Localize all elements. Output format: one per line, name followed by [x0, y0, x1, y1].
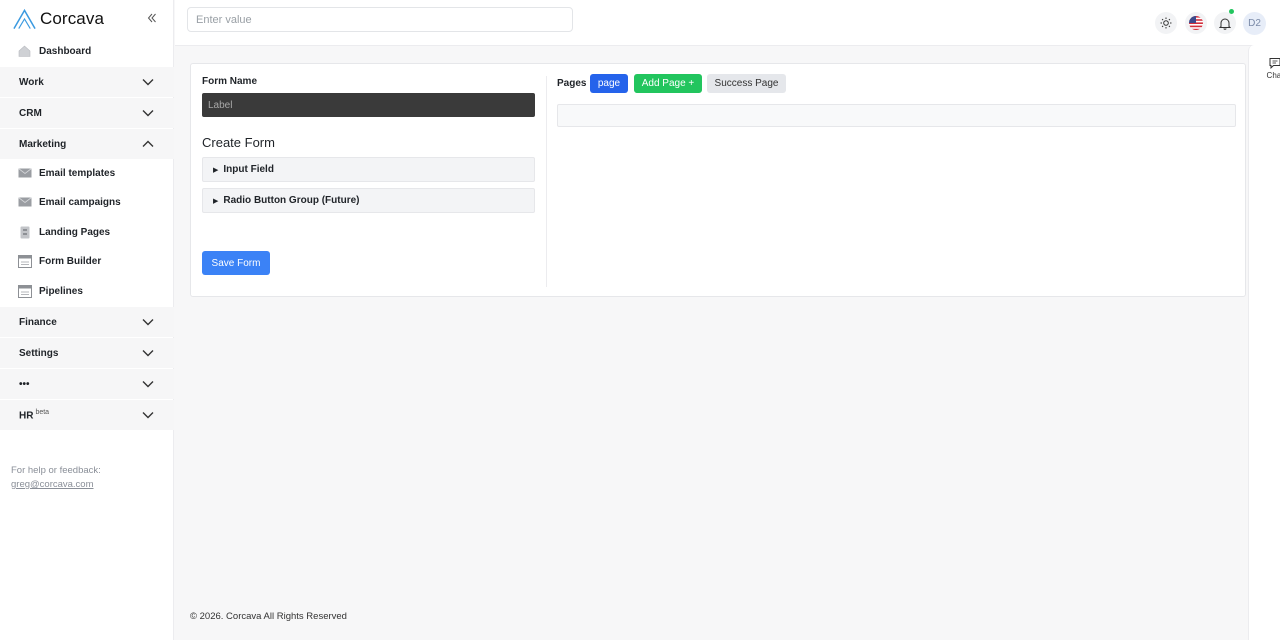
chevron-up-icon [142, 140, 154, 147]
collapse-sidebar-button[interactable] [144, 10, 160, 26]
sidebar-item-label: Dashboard [39, 45, 92, 57]
avatar[interactable]: D2 [1243, 12, 1266, 35]
section-label: Marketing [19, 138, 67, 150]
theme-toggle-button[interactable] [1155, 12, 1177, 34]
sidebar-section-crm[interactable]: CRM [0, 98, 174, 128]
footer-copyright: © 2026. Corcava All Rights Reserved [190, 611, 347, 622]
radio-group-accordion[interactable]: ▶ Radio Button Group (Future) [202, 188, 535, 213]
sidebar-item-email-templates[interactable]: Email templates [0, 165, 174, 181]
sidebar-item-form-builder[interactable]: Form Builder [0, 253, 174, 269]
chat-bubble-icon [1269, 58, 1280, 69]
section-label: HR beta [19, 409, 49, 421]
section-label: ••• [19, 378, 30, 390]
caret-right-icon: ▶ [213, 166, 219, 174]
chevron-down-icon [142, 381, 154, 388]
sidebar-item-label: Form Builder [39, 255, 102, 267]
chevron-down-icon [142, 79, 154, 86]
notification-dot [1229, 9, 1234, 14]
form-builder-card: Form Name Create Form ▶ Input Field ▶ Ra… [190, 63, 1246, 297]
section-label: Settings [19, 347, 59, 359]
sidebar-section-finance[interactable]: Finance [0, 307, 174, 337]
caret-right-icon: ▶ [213, 197, 219, 205]
hr-label: HR [19, 410, 34, 422]
brand[interactable]: Corcava [13, 7, 104, 31]
section-label: Work [19, 76, 44, 88]
brand-name: Corcava [40, 9, 105, 28]
chat-button[interactable]: Chat [1263, 57, 1280, 80]
chevron-down-icon [142, 110, 154, 117]
sidebar: Corcava Dashboard Work CRM Marketing Ema… [0, 0, 174, 640]
page-tab-button[interactable]: page [590, 74, 628, 93]
search-input[interactable] [187, 7, 573, 32]
section-label: Finance [19, 316, 57, 328]
mail-icon [17, 166, 32, 180]
beta-badge: beta [35, 408, 50, 416]
notifications-button[interactable] [1214, 12, 1236, 34]
bell-icon [1219, 18, 1231, 30]
form-canvas-dropzone[interactable] [557, 104, 1236, 127]
mail-icon [17, 195, 32, 209]
form-name-input[interactable] [202, 93, 535, 117]
chevrons-left-icon [147, 13, 156, 23]
accordion-label: Radio Button Group (Future) [223, 195, 360, 206]
accordion-label: Input Field [223, 164, 274, 175]
sidebar-section-settings[interactable]: Settings [0, 338, 174, 368]
chat-rail: Chat [1248, 45, 1280, 640]
chat-label: Chat [1266, 71, 1280, 80]
topbar: D2 [175, 0, 1280, 46]
sidebar-section-marketing[interactable]: Marketing [0, 129, 174, 159]
chevron-down-icon [142, 412, 154, 419]
form-icon [17, 254, 32, 268]
language-button[interactable] [1185, 12, 1207, 34]
column-divider [546, 76, 547, 287]
form-name-label: Form Name [202, 76, 258, 87]
home-icon [17, 44, 32, 58]
page-icon [17, 225, 32, 239]
help-block: For help or feedback: greg@corcava.com [11, 464, 101, 492]
sidebar-item-dashboard[interactable]: Dashboard [0, 43, 174, 59]
sun-icon [1160, 17, 1172, 29]
section-label: CRM [19, 107, 42, 119]
input-field-accordion[interactable]: ▶ Input Field [202, 157, 535, 182]
help-text: For help or feedback: [11, 465, 101, 476]
success-page-button[interactable]: Success Page [707, 74, 786, 93]
sidebar-item-label: Email templates [39, 167, 116, 179]
sidebar-item-email-campaigns[interactable]: Email campaigns [0, 194, 174, 210]
sidebar-item-pipelines[interactable]: Pipelines [0, 283, 174, 299]
chevron-down-icon [142, 350, 154, 357]
chevron-down-icon [142, 319, 154, 326]
save-form-button[interactable]: Save Form [202, 251, 270, 275]
add-page-button[interactable]: Add Page + [634, 74, 702, 93]
sidebar-item-label: Landing Pages [39, 226, 111, 238]
pages-label: Pages [557, 78, 587, 89]
sidebar-item-landing-pages[interactable]: Landing Pages [0, 224, 174, 240]
sidebar-section-more[interactable]: ••• [0, 369, 174, 399]
corcava-logo-icon [13, 8, 36, 29]
sidebar-item-label: Pipelines [39, 285, 83, 297]
help-email-link[interactable]: greg@corcava.com [11, 479, 94, 490]
us-flag-icon [1189, 16, 1203, 30]
create-form-title: Create Form [202, 135, 275, 150]
pipeline-icon [17, 284, 32, 298]
sidebar-section-work[interactable]: Work [0, 67, 174, 97]
sidebar-item-label: Email campaigns [39, 196, 121, 208]
sidebar-section-hr[interactable]: HR beta [0, 400, 174, 430]
